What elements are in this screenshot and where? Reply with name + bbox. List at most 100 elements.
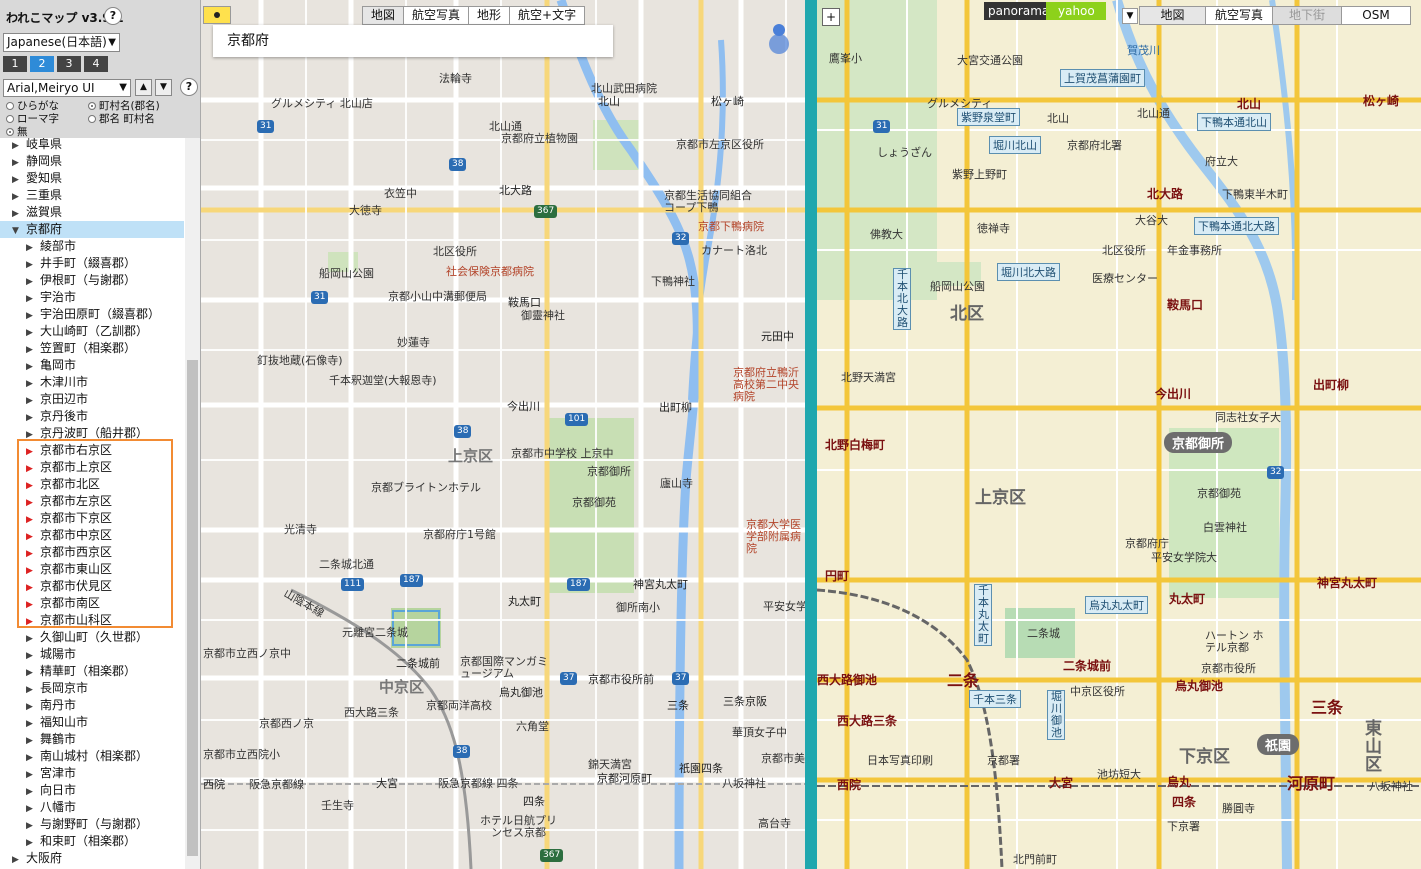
map-label: 華頂女子中	[732, 726, 787, 739]
tree-item[interactable]: ▶ 京都市西京区	[26, 544, 112, 561]
font-size-down-button[interactable]: ▼	[155, 79, 172, 96]
tree-item[interactable]: ▶ 南丹市	[26, 697, 76, 714]
tree-item[interactable]: ▶ 亀岡市	[26, 357, 76, 374]
fullscreen-icon[interactable]: +	[822, 8, 840, 26]
tree-item[interactable]: ▶ 南山城村（相楽郡）	[26, 748, 148, 765]
map-type-terrain-button[interactable]: 地形	[468, 6, 511, 25]
tree-item[interactable]: ▶ 福知山市	[26, 714, 88, 731]
tree-item[interactable]: ▶ 宇治市	[26, 289, 76, 306]
tree-item[interactable]: ▶ 愛知県	[12, 170, 62, 187]
map-label: 八坂神社	[722, 777, 766, 790]
tree-item[interactable]: ▶ 京都市下京区	[26, 510, 112, 527]
tree-item[interactable]: ▶ 木津川市	[26, 374, 88, 391]
scrollbar-thumb[interactable]	[187, 360, 198, 856]
tree-item[interactable]: ▶ 向日市	[26, 782, 76, 799]
tree-scrollbar[interactable]	[185, 138, 200, 869]
place-search-box[interactable]: 京都府	[213, 25, 613, 57]
tree-item[interactable]: ▶ 長岡京市	[26, 680, 88, 697]
tree-item[interactable]: ▶ 久御山町（久世郡）	[26, 629, 148, 646]
help-button[interactable]: ?	[104, 7, 122, 25]
map-label: 烏丸御池	[1175, 679, 1224, 693]
map-type-underground-button[interactable]: 地下街	[1272, 6, 1342, 25]
tree-item[interactable]: ▶ 滋賀県	[12, 204, 62, 221]
google-map[interactable]: 地図 航空写真 地形 航空+文字 京都府 31 38 367 32 31 101…	[201, 0, 805, 869]
map-label: 烏丸	[1167, 775, 1192, 789]
tree-item[interactable]: ▶ 井手町（綴喜郡）	[26, 255, 136, 272]
tree-item[interactable]: ▶ 与謝野町（与謝郡）	[26, 816, 148, 833]
tree-item[interactable]: ▶ 岐阜県	[12, 138, 62, 153]
tree-item[interactable]: ▼ 京都府	[0, 221, 184, 238]
tree-item[interactable]: ▶ 和束町（相楽郡）	[26, 833, 136, 850]
tree-item[interactable]: ▶ 京都市上京区	[26, 459, 112, 476]
tree-item[interactable]: ▶ 笠置町（相楽郡）	[26, 340, 136, 357]
map-label: 堀川北大路	[997, 263, 1060, 281]
tree-item[interactable]: ▶ 京都市東山区	[26, 561, 112, 578]
tree-item[interactable]: ▶ 京田辺市	[26, 391, 88, 408]
map-label: 大宮	[1049, 776, 1074, 790]
map-type-map-button[interactable]: 地図	[362, 6, 405, 25]
chevron-down-icon[interactable]: ▼	[1122, 8, 1138, 24]
language-select[interactable]: Japanese(日本語) ▼	[3, 33, 120, 52]
map-type-aerial-button[interactable]: 航空写真	[1205, 6, 1273, 25]
tree-item[interactable]: ▶ 京都市山科区	[26, 612, 112, 629]
font-help-button[interactable]: ?	[180, 78, 198, 96]
tree-item[interactable]: ▶ 宇治田原町（綴喜郡）	[26, 306, 160, 323]
tree-item[interactable]: ▶ 京都市伏見区	[26, 578, 112, 595]
level-button-3[interactable]: 3	[57, 56, 81, 72]
tree-item-label: 三重県	[26, 188, 63, 202]
tree-item[interactable]: ▶ 京丹波町（船井郡）	[26, 425, 148, 442]
font-size-up-button[interactable]: ▲	[135, 79, 152, 96]
map-splitter[interactable]	[805, 0, 817, 869]
panorama-button[interactable]: panorama	[984, 2, 1054, 20]
tree-item-label: 舞鶴市	[40, 732, 77, 746]
expand-down-icon[interactable]: ▼	[12, 223, 26, 240]
level-button-4[interactable]: 4	[84, 56, 108, 72]
map-label: 京都河原町	[597, 772, 652, 785]
route-shield: 367	[540, 849, 564, 862]
tree-item[interactable]: ▶ 京都市北区	[26, 476, 100, 493]
pegman-icon[interactable]	[768, 20, 790, 60]
map-label: 北区役所	[1102, 244, 1146, 257]
radio-county-town[interactable]: 郡名 町村名	[88, 111, 155, 126]
map-label: 西大路三条	[837, 714, 898, 728]
tree-item[interactable]: ▶ 京都市中京区	[26, 527, 112, 544]
map-label: 祇園四条	[679, 762, 723, 775]
expand-right-icon[interactable]: ▶	[12, 852, 26, 869]
tree-item[interactable]: ▶ 京都市右京区	[26, 442, 112, 459]
map-label: 壬生寺	[321, 799, 354, 812]
font-select[interactable]: Arial,Meiryo UI ▼	[3, 79, 131, 97]
map-label: 二条城前	[1063, 659, 1112, 673]
map-label: 大宮交通公園	[957, 54, 1023, 67]
tree-item[interactable]: ▶ 八幡市	[26, 799, 76, 816]
level-button-2[interactable]: 2	[30, 56, 54, 72]
map-label: 北山	[1237, 97, 1262, 111]
tree-item-label: 静岡県	[26, 154, 63, 168]
chevron-down-icon: ▼	[119, 82, 127, 93]
tree-item[interactable]: ▶ 舞鶴市	[26, 731, 76, 748]
radio-none[interactable]: 無	[6, 124, 28, 139]
location-marker-toggle[interactable]	[203, 6, 231, 24]
yahoo-map[interactable]: + panorama yahoo ▼ 地図 航空写真 地下街 OSM 31 32…	[817, 0, 1421, 869]
tree-item[interactable]: ▶ 京都市左京区	[26, 493, 112, 510]
map-label: 同志社女子大	[1215, 411, 1281, 424]
tree-item[interactable]: ▶ 大阪府	[12, 850, 62, 867]
map-type-osm-button[interactable]: OSM	[1341, 6, 1411, 25]
tree-item[interactable]: ▶ 精華町（相楽郡）	[26, 663, 136, 680]
tree-item[interactable]: ▶ 大山崎町（乙訓郡）	[26, 323, 148, 340]
tree-item[interactable]: ▶ 静岡県	[12, 153, 62, 170]
tree-item[interactable]: ▶ 城陽市	[26, 646, 76, 663]
level-button-1[interactable]: 1	[3, 56, 27, 72]
font-value: Arial,Meiryo UI	[7, 81, 95, 95]
map-type-map-button[interactable]: 地図	[1139, 6, 1206, 25]
map-label: 丸太町	[1169, 592, 1206, 606]
tree-item[interactable]: ▶ 綾部市	[26, 238, 76, 255]
yahoo-button[interactable]: yahoo	[1046, 2, 1106, 20]
map-type-aerial-button[interactable]: 航空写真	[403, 6, 470, 25]
map-label: 京都市中学校 上京中	[511, 447, 614, 460]
map-type-hybrid-button[interactable]: 航空+文字	[509, 6, 586, 25]
tree-item[interactable]: ▶ 京丹後市	[26, 408, 88, 425]
tree-item[interactable]: ▶ 宮津市	[26, 765, 76, 782]
tree-item[interactable]: ▶ 伊根町（与謝郡）	[26, 272, 136, 289]
tree-item[interactable]: ▶ 京都市南区	[26, 595, 100, 612]
tree-item[interactable]: ▶ 三重県	[12, 187, 62, 204]
